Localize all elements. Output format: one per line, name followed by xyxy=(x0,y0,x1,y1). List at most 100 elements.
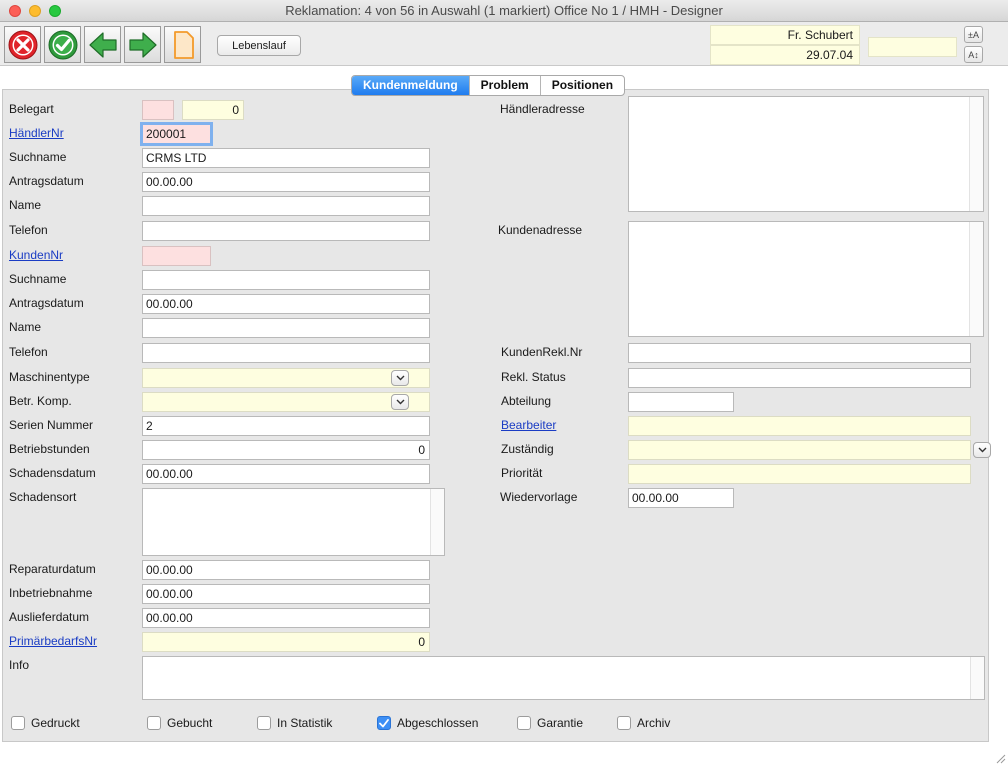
arrow-right-icon xyxy=(128,31,157,58)
schadensort-textarea[interactable] xyxy=(142,488,445,556)
next-button[interactable] xyxy=(124,26,161,63)
arrow-left-icon xyxy=(88,31,117,58)
suchname-field[interactable]: CRMS LTD xyxy=(142,148,430,168)
kunde-antragsdatum-field[interactable]: 00.00.00 xyxy=(142,294,430,314)
checkbox-box[interactable] xyxy=(517,716,531,730)
haendler-nr-link[interactable]: HändlerNr xyxy=(9,126,64,140)
kunde-telefon-field[interactable] xyxy=(142,343,430,363)
betriebsstunden-label: Betriebstunden xyxy=(9,442,90,456)
checkbox-label: Abgeschlossen xyxy=(397,716,479,730)
tab-bar: Kundenmeldung Problem Positionen xyxy=(351,75,626,96)
cancel-button[interactable] xyxy=(4,26,41,63)
antragsdatum-field[interactable]: 00.00.00 xyxy=(142,172,430,192)
primaerbedarfs-nr-field[interactable]: 0 xyxy=(142,632,430,652)
document-icon xyxy=(173,30,194,59)
checkbox-box[interactable] xyxy=(11,716,25,730)
toolbar-extra-field[interactable] xyxy=(868,37,957,57)
ok-button[interactable] xyxy=(44,26,81,63)
kunde-telefon-label: Telefon xyxy=(9,345,48,359)
zustaendig-select[interactable] xyxy=(628,440,971,460)
kunde-suchname-field[interactable] xyxy=(142,270,430,290)
maschinentype-select[interactable] xyxy=(142,368,430,388)
name-label: Name xyxy=(9,198,42,212)
checkbox-box[interactable] xyxy=(617,716,631,730)
schadensort-scrollbar[interactable] xyxy=(430,489,444,555)
checkbox-label: Archiv xyxy=(637,716,671,730)
gedruckt-checkbox[interactable]: Gedruckt xyxy=(11,716,80,730)
kunden-rekl-nr-field[interactable] xyxy=(628,343,971,363)
in-statistik-checkbox[interactable]: In Statistik xyxy=(257,716,332,730)
tab-kundenmeldung[interactable]: Kundenmeldung xyxy=(352,76,469,95)
inbetriebnahme-label: Inbetriebnahme xyxy=(9,586,93,600)
lebenslauf-button[interactable]: Lebenslauf xyxy=(217,35,301,56)
haendleradresse-label: Händleradresse xyxy=(500,102,585,116)
zustaendig-dropdown-button[interactable] xyxy=(973,442,991,458)
info-scrollbar[interactable] xyxy=(970,657,984,699)
prioritaet-label: Priorität xyxy=(501,466,543,480)
rekl-status-field[interactable] xyxy=(628,368,971,388)
checkbox-box[interactable] xyxy=(147,716,161,730)
haendler-nr-field[interactable]: 200001 xyxy=(140,122,213,146)
tab-problem[interactable]: Problem xyxy=(468,76,540,95)
maschinentype-dropdown-button[interactable] xyxy=(391,370,409,386)
kunden-nr-field[interactable] xyxy=(142,246,211,266)
maschinentype-label: Maschinentype xyxy=(9,370,90,384)
reparaturdatum-field[interactable]: 00.00.00 xyxy=(142,560,430,580)
gebucht-checkbox[interactable]: Gebucht xyxy=(147,716,212,730)
suchname-label: Suchname xyxy=(9,150,67,164)
tab-positionen[interactable]: Positionen xyxy=(539,76,624,95)
kunde-antragsdatum-label: Antragsdatum xyxy=(9,296,84,310)
kunde-name-field[interactable] xyxy=(142,318,430,338)
wiedervorlage-label: Wiedervorlage xyxy=(500,490,578,504)
font-larger-button[interactable]: ±A xyxy=(964,26,983,43)
abteilung-label: Abteilung xyxy=(501,394,552,408)
previous-button[interactable] xyxy=(84,26,121,63)
rekl-status-label: Rekl. Status xyxy=(501,370,566,384)
antragsdatum-label: Antragsdatum xyxy=(9,174,84,188)
betr-komp-label: Betr. Komp. xyxy=(9,394,72,408)
belegart-field[interactable]: 0 xyxy=(182,100,244,120)
checkmark-icon xyxy=(379,718,389,727)
haendleradresse-textarea[interactable] xyxy=(628,96,984,212)
prioritaet-field[interactable] xyxy=(628,464,971,484)
bearbeiter-link[interactable]: Bearbeiter xyxy=(501,418,556,432)
kunden-nr-link[interactable]: KundenNr xyxy=(9,248,63,262)
garantie-checkbox[interactable]: Garantie xyxy=(517,716,583,730)
name-field[interactable] xyxy=(142,196,430,216)
archiv-checkbox[interactable]: Archiv xyxy=(617,716,670,730)
checkbox-box[interactable] xyxy=(257,716,271,730)
date-field: 29.07.04 xyxy=(710,45,860,65)
belegart-label: Belegart xyxy=(9,102,54,116)
kunden-rekl-nr-label: KundenRekl.Nr xyxy=(501,345,583,359)
resize-grip-icon[interactable] xyxy=(994,752,1006,764)
abgeschlossen-checkbox[interactable]: Abgeschlossen xyxy=(377,716,478,730)
checkbox-label: Garantie xyxy=(537,716,584,730)
schadensdatum-field[interactable]: 00.00.00 xyxy=(142,464,430,484)
kundenadresse-textarea[interactable] xyxy=(628,221,984,337)
inbetriebnahme-field[interactable]: 00.00.00 xyxy=(142,584,430,604)
new-document-button[interactable] xyxy=(164,26,201,63)
belegart-code-field[interactable] xyxy=(142,100,174,120)
font-smaller-button[interactable]: A↕ xyxy=(964,46,983,63)
zustaendig-label: Zuständig xyxy=(501,442,554,456)
bearbeiter-field[interactable] xyxy=(628,416,971,436)
serien-nummer-field[interactable]: 2 xyxy=(142,416,430,436)
betriebsstunden-field[interactable]: 0 xyxy=(142,440,430,460)
wiedervorlage-field[interactable]: 00.00.00 xyxy=(628,488,734,508)
auslieferdatum-field[interactable]: 00.00.00 xyxy=(142,608,430,628)
info-textarea[interactable] xyxy=(142,656,985,700)
telefon-label: Telefon xyxy=(9,223,48,237)
primaerbedarfs-nr-link[interactable]: PrimärbedarfsNr xyxy=(9,634,97,648)
title-bar: Reklamation: 4 von 56 in Auswahl (1 mark… xyxy=(0,0,1008,22)
betr-komp-select[interactable] xyxy=(142,392,430,412)
haendleradresse-scrollbar[interactable] xyxy=(969,97,983,211)
kundenadresse-scrollbar[interactable] xyxy=(969,222,983,336)
telefon-field[interactable] xyxy=(142,221,430,241)
check-circle-icon xyxy=(48,30,77,59)
checkbox-box[interactable] xyxy=(377,716,391,730)
abteilung-field[interactable] xyxy=(628,392,734,412)
chevron-down-icon xyxy=(396,375,404,381)
user-field: Fr. Schubert xyxy=(710,25,860,45)
window-title: Reklamation: 4 von 56 in Auswahl (1 mark… xyxy=(285,3,723,18)
betr-komp-dropdown-button[interactable] xyxy=(391,394,409,410)
